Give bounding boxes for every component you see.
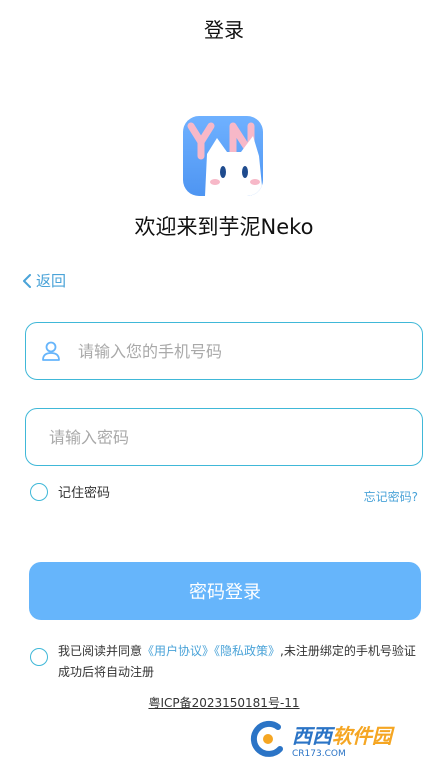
watermark-logo-icon (250, 720, 283, 757)
password-field[interactable] (25, 408, 423, 466)
back-label: 返回 (36, 272, 67, 290)
forgot-password-link[interactable]: 忘记密码? (364, 488, 418, 505)
icp-link[interactable]: 粤ICP备2023150181号-11 (0, 694, 448, 711)
remember-password[interactable]: 记住密码 (30, 482, 110, 501)
user-icon (40, 340, 62, 362)
back-button[interactable]: 返回 (22, 270, 66, 291)
remember-radio[interactable] (30, 482, 48, 501)
welcome-text: 欢迎来到芋泥Neko (134, 215, 314, 239)
agreement-prefix: 我已阅读并同意 (58, 644, 143, 658)
watermark-site: CR173.COM (292, 748, 346, 759)
agreement-text: 我已阅读并同意《用户协议》《隐私政策》,未注册绑定的手机号验证成功后将自动注册 (58, 641, 422, 683)
remember-label: 记住密码 (58, 486, 111, 501)
page-title: 登录 (204, 18, 244, 42)
user-agreement-link[interactable]: 《用户协议》 (142, 644, 214, 658)
phone-input[interactable] (76, 322, 422, 380)
agreement: 我已阅读并同意《用户协议》《隐私政策》,未注册绑定的手机号验证成功后将自动注册 (30, 641, 422, 683)
watermark-name: 软件园 (332, 723, 392, 748)
watermark-brand: 西西 (292, 723, 332, 748)
watermark: 西西软件园 CR173.COM (248, 716, 442, 762)
agree-radio[interactable] (30, 648, 48, 666)
privacy-policy-link[interactable]: 《隐私政策》 (214, 644, 280, 658)
phone-field[interactable] (25, 322, 423, 380)
chevron-left-icon (23, 273, 31, 288)
password-input[interactable] (26, 408, 422, 466)
login-button[interactable]: 密码登录 (29, 562, 421, 620)
app-logo-image (187, 122, 263, 196)
app-logo (183, 116, 263, 196)
